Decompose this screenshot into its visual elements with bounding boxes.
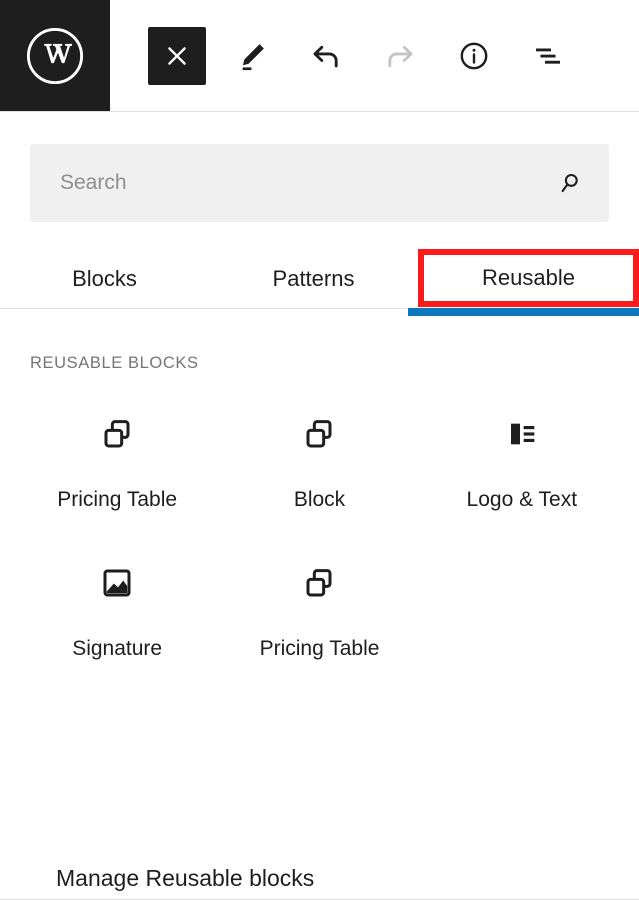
redo-button[interactable] [372,28,428,84]
block-item-label: Logo & Text [466,488,578,511]
close-button[interactable] [148,26,206,85]
tab-patterns[interactable]: Patterns [209,250,418,308]
close-x-icon [164,43,190,69]
reusable-block-icon [299,552,339,614]
block-item-label: Signature [72,637,163,661]
edit-button[interactable] [224,28,280,84]
media-and-text-icon [502,403,542,465]
manage-reusable-blocks-link[interactable]: Manage Reusable blocks [56,865,314,892]
wordpress-logo-button[interactable] [0,0,110,111]
wordpress-logo-icon [24,25,86,87]
image-icon [97,552,137,614]
active-tab-underline [408,308,639,316]
editor-header [0,0,639,112]
search-input[interactable] [30,144,609,222]
editor-toolbar [110,0,639,111]
block-item-pricing-table-1[interactable]: Pricing Table [16,403,218,512]
block-item-label: Block [293,488,346,511]
search-section [0,112,639,222]
block-item-label: Pricing Table [57,488,178,511]
search-box [30,144,609,222]
redo-arrow-icon [382,38,418,74]
undo-arrow-icon [308,38,344,74]
reusable-block-icon [97,403,137,465]
list-view-button[interactable] [520,28,576,84]
inserter-footer: Manage Reusable blocks [0,865,639,892]
reusable-block-icon [299,403,339,465]
block-item-logo-and-text[interactable]: Logo & Text [421,403,623,512]
details-button[interactable] [446,28,502,84]
list-view-icon [530,38,566,74]
undo-button[interactable] [298,28,354,84]
block-item-pricing-table-2[interactable]: Pricing Table [218,552,420,661]
reusable-blocks-grid: Pricing Table Block Logo & Text Signatur… [0,373,639,661]
block-item-label: Pricing Table [259,637,380,661]
tab-reusable[interactable]: Reusable [418,249,639,307]
block-item-signature[interactable]: Signature [16,552,218,661]
pencil-icon [235,39,269,73]
info-circle-icon [457,39,491,73]
block-item-block[interactable]: Block [218,403,420,512]
section-title: REUSABLE BLOCKS [30,354,199,372]
tab-blocks[interactable]: Blocks [0,250,209,308]
inserter-tabs: Blocks Patterns Reusable [0,249,639,316]
